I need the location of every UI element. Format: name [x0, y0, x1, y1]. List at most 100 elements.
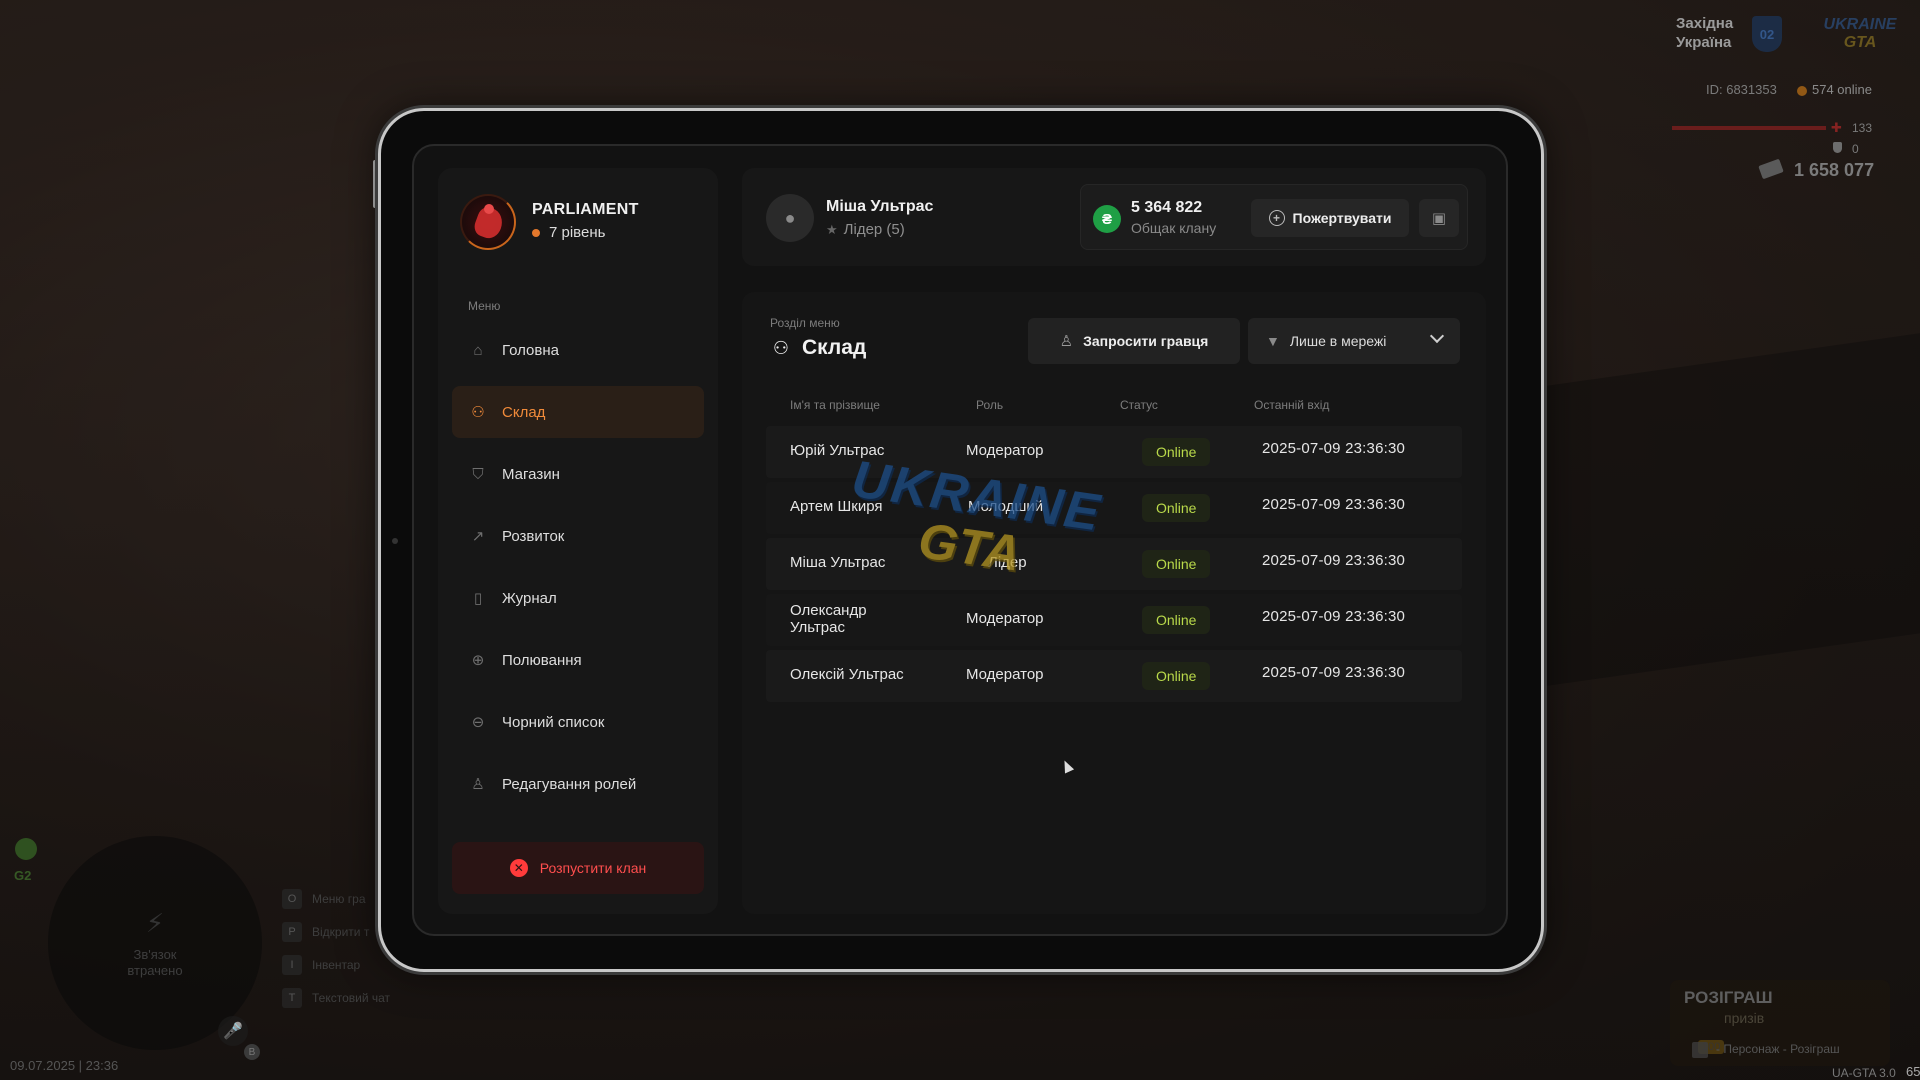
member-last-login: 2025-07-09 23:36:30 — [1262, 552, 1406, 569]
status-badge: Online — [1142, 606, 1211, 634]
clan-avatar — [460, 194, 516, 250]
members-icon: ⚇ — [471, 404, 485, 421]
table-row[interactable]: Міша Ультрас Лідер Online 2025-07-09 23:… — [766, 538, 1462, 590]
profile-header: ● Міша Ультрас ★ Лідер (5) ₴ 5 364 822 Об… — [742, 168, 1486, 266]
bank-label: Общак клану — [1131, 220, 1217, 236]
table-row[interactable]: Олександр Ультрас Модератор Online 2025-… — [766, 594, 1462, 646]
game-version: UA-GTA 3.0 — [1832, 1066, 1896, 1080]
role-edit-icon: ♙ — [471, 776, 485, 793]
raffle-hint: - Персонаж - Розіграш — [1692, 1042, 1840, 1058]
health-icon: ✚ — [1831, 120, 1842, 135]
hud-region-line: Західна — [1676, 15, 1734, 32]
add-user-icon: ♙ — [1059, 333, 1074, 350]
hryvnia-icon: ₴ — [1093, 205, 1121, 233]
keybind-item: O Меню гра — [282, 882, 390, 915]
no-signal-icon: ⚡ — [145, 907, 165, 938]
column-header-name: Ім'я та прізвище — [790, 398, 880, 412]
disband-clan-button[interactable]: ✕ Розпустити клан — [452, 842, 704, 894]
member-name: Олександр Ультрас — [790, 602, 867, 636]
sidebar-item-shop[interactable]: ⛉ Магазин — [452, 448, 704, 500]
menu-label: Меню — [468, 299, 501, 313]
hud-player-id: ID: 6831353 — [1706, 82, 1777, 97]
box-icon: ▣ — [1431, 210, 1447, 227]
member-role: Лідер — [988, 554, 1027, 571]
section-label: Розділ меню — [770, 316, 840, 330]
chevron-down-icon — [1429, 328, 1445, 344]
keybind-item: I Інвентар — [282, 948, 390, 981]
raffle-banner[interactable]: РОЗІГРАШ 100 призів - Персонаж - Розіграш — [1670, 980, 1890, 1066]
member-last-login: 2025-07-09 23:36:30 — [1262, 608, 1406, 625]
sidebar-item-hunting[interactable]: ⊕ Полювання — [452, 634, 704, 686]
sidebar-item-blacklist[interactable]: ⊖ Чорний список — [452, 696, 704, 748]
plus-circle-icon: + — [1268, 210, 1285, 226]
status-badge: Online — [1142, 494, 1211, 522]
donate-button[interactable]: + Пожертвувати — [1251, 199, 1409, 237]
hud-region-line: Україна — [1676, 34, 1732, 51]
tablet-side-button — [373, 160, 377, 208]
home-icon: ⌂ — [473, 341, 483, 359]
table-row[interactable]: Олексій Ультрас Модератор Online 2025-07… — [766, 650, 1462, 702]
raffle-subtitle: 100 призів — [1684, 1010, 1764, 1054]
member-role: Модератор — [966, 610, 1044, 627]
hud-online-count: 574 online — [1812, 82, 1872, 97]
status-badge: Online — [1142, 550, 1211, 578]
hud-armor: 0 — [1852, 142, 1859, 156]
sidebar-item-development[interactable]: ↗ Розвиток — [452, 510, 704, 562]
user-name: Міша Ультрас — [826, 198, 934, 215]
member-last-login: 2025-07-09 23:36:30 — [1262, 440, 1406, 457]
member-last-login: 2025-07-09 23:36:30 — [1262, 664, 1406, 681]
game-background-shadow — [1540, 333, 1920, 687]
member-name: Юрій Ультрас — [790, 442, 885, 459]
close-circle-icon: ✕ — [509, 859, 528, 877]
hud-datetime: 09.07.2025 | 23:36 — [10, 1058, 119, 1073]
status-badge: Online — [1142, 662, 1211, 690]
minimap-text: Зв'язок втрачено — [127, 946, 183, 978]
sidebar-item-home[interactable]: ⌂ Головна — [452, 324, 704, 376]
member-name: Міша Ультрас — [790, 554, 886, 571]
server-logo: UKRAINE GTA — [1823, 16, 1897, 51]
sidebar: PARLIAMENT 7 рівень Меню ⌂ Головна ⚇ Склад… — [438, 168, 718, 914]
column-header-status: Статус — [1120, 398, 1158, 412]
invite-player-button[interactable]: ♙ Запросити гравця — [1028, 318, 1240, 364]
region-shield-icon: 02 — [1752, 16, 1782, 52]
bank-amount: 5 364 822 — [1131, 199, 1203, 216]
hud-health: 133 — [1852, 121, 1873, 135]
signal-label: G2 — [14, 868, 32, 883]
star-icon: ★ — [826, 221, 838, 237]
online-dot-icon — [1797, 86, 1807, 96]
table-row[interactable]: Артем Шкиря Молодший Online 2025-07-09 2… — [766, 482, 1462, 534]
sidebar-item-members[interactable]: ⚇ Склад — [452, 386, 704, 438]
journal-icon: ▯ — [473, 590, 483, 607]
hud-region: Західна Україна — [1676, 14, 1733, 52]
member-role: Модератор — [966, 666, 1044, 683]
status-badge: Online — [1142, 438, 1211, 466]
table-row[interactable]: Юрій Ультрас Модератор Online 2025-07-09… — [766, 426, 1462, 478]
armor-icon — [1833, 142, 1842, 153]
vault-button[interactable]: ▣ — [1419, 199, 1459, 237]
member-name: Олексій Ультрас — [790, 666, 904, 683]
filter-icon: ▼ — [1266, 333, 1280, 349]
crosshair-icon: ⊕ — [471, 652, 485, 669]
members-panel: Розділ меню ⚇ Склад ♙ Запросити гравця ▼ Ли… — [742, 292, 1486, 914]
member-role: Молодший — [968, 498, 1044, 515]
chart-icon: ↗ — [471, 528, 485, 545]
keybind-list: O Меню гра P Відкрити т I Інвентар T Текстов… — [282, 882, 390, 1014]
mic-key-badge: B — [244, 1044, 260, 1060]
sidebar-item-journal[interactable]: ▯ Журнал — [452, 572, 704, 624]
keybind-item: T Текстовий чат — [282, 981, 390, 1014]
online-filter-select[interactable]: ▼ Лише в мережі — [1248, 318, 1460, 364]
health-bar — [1672, 126, 1826, 130]
tablet-screen: PARLIAMENT 7 рівень Меню ⌂ Головна ⚇ Склад… — [412, 144, 1508, 936]
sidebar-item-role-edit[interactable]: ♙ Редагування ролей — [452, 758, 704, 810]
members-table: Юрій Ультрас Модератор Online 2025-07-09… — [766, 426, 1462, 706]
clan-bank: ₴ 5 364 822 Общак клану + Пожертвувати ▣ — [1080, 184, 1468, 250]
table-header: Ім'я та прізвище Роль Статус Останній вх… — [766, 396, 1462, 416]
fps-counter: 65 — [1906, 1064, 1920, 1079]
page-title: ⚇ Склад — [770, 336, 866, 360]
microphone-icon[interactable]: 🎤 — [218, 1016, 248, 1046]
clan-level: 7 рівень — [532, 224, 605, 241]
user-role: ★ Лідер (5) — [826, 221, 905, 238]
clan-name: PARLIAMENT — [532, 201, 639, 218]
level-dot-icon — [532, 228, 540, 237]
sidebar-menu: ⌂ Головна ⚇ Склад ⛉ Магазин ↗ Розвиток ▯ Журн… — [452, 324, 704, 820]
